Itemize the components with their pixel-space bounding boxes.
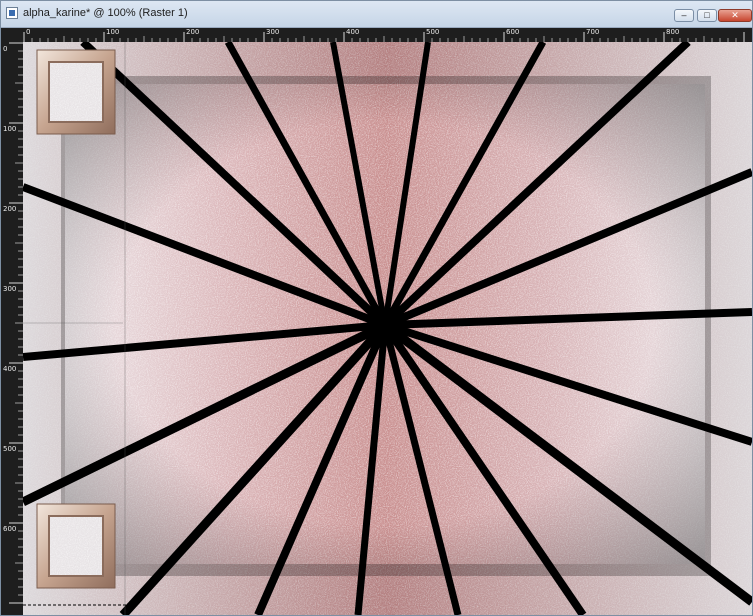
ruler-label: 800 [666,28,680,36]
horizontal-ruler[interactable]: 0 100 200 300 400 500 600 700 800 [23,28,752,42]
artwork [23,42,752,615]
ruler-label: 200 [3,205,17,213]
ruler-label: 200 [186,28,200,36]
document-icon [6,7,18,19]
ruler-label: 600 [506,28,520,36]
maximize-button[interactable]: □ [697,9,717,22]
ruler-label: 500 [426,28,440,36]
ruler-label: 300 [266,28,280,36]
ruler-label: 300 [3,285,17,293]
title-bar[interactable]: alpha_karine* @ 100% (Raster 1) – □ ✕ [1,1,752,28]
ruler-label: 400 [3,365,17,373]
corner-ornament-bottom [36,503,116,589]
close-button[interactable]: ✕ [718,9,752,22]
ruler-label: 600 [3,525,17,533]
ruler-label: 500 [3,445,17,453]
image-canvas[interactable] [23,42,752,615]
ruler-label: 100 [3,125,17,133]
minimize-button[interactable]: – [674,9,694,22]
ruler-label: 0 [3,45,8,53]
window-title: alpha_karine* @ 100% (Raster 1) [23,7,188,19]
ruler-label: 100 [106,28,120,36]
ruler-corner [1,28,23,42]
document-window: alpha_karine* @ 100% (Raster 1) – □ ✕ 0 … [0,0,753,616]
ruler-label: 0 [26,28,31,36]
vertical-ruler[interactable]: 0 100 200 300 400 500 600 [1,42,23,615]
horizontal-ruler-ticks [23,32,745,42]
corner-ornament-top [36,49,116,135]
ruler-label: 400 [346,28,360,36]
ruler-label: 700 [586,28,600,36]
